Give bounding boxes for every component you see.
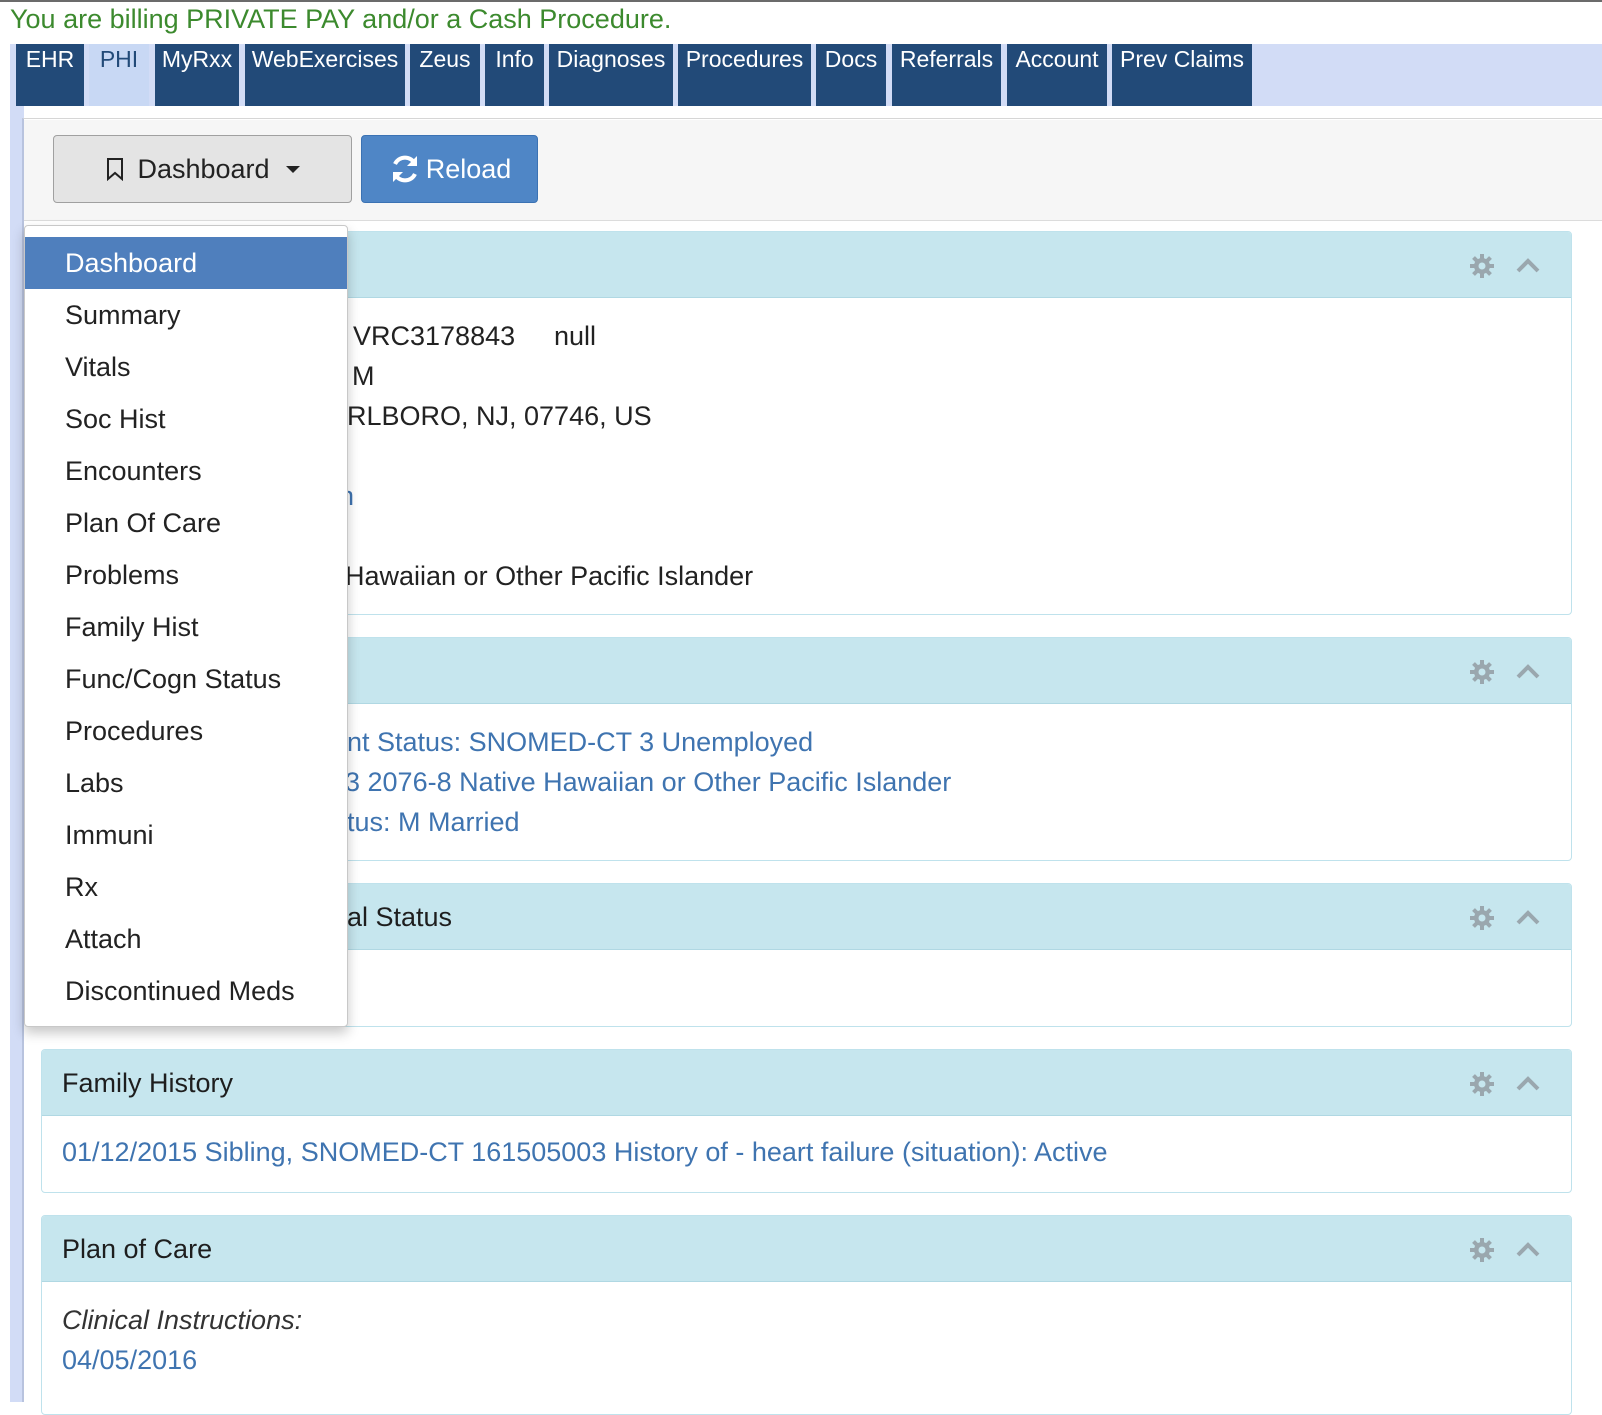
chevron-up-icon[interactable] <box>1515 255 1541 275</box>
plan-of-care-panel: Plan of Care Clinical Instructions: 04/0… <box>41 1215 1572 1415</box>
menu-item-immuni[interactable]: Immuni <box>25 809 347 861</box>
tab-diagnoses[interactable]: Diagnoses <box>549 44 673 106</box>
menu-item-vitals[interactable]: Vitals <box>25 341 347 393</box>
panel-title: Family History <box>62 1068 234 1098</box>
tab-docs[interactable]: Docs <box>816 44 886 106</box>
panel-header: Plan of Care <box>42 1216 1571 1282</box>
refresh-icon <box>392 155 417 183</box>
menu-item-encounters[interactable]: Encounters <box>25 445 347 497</box>
gear-icon[interactable] <box>1469 1237 1495 1263</box>
tab-info[interactable]: Info <box>485 44 544 106</box>
address-line: RLBORO, NJ, 07746, US <box>347 401 652 431</box>
menu-item-plan-of-care[interactable]: Plan Of Care <box>25 497 347 549</box>
plan-of-care-date-link[interactable]: 04/05/2016 <box>62 1345 197 1376</box>
menu-item-summary[interactable]: Summary <box>25 289 347 341</box>
reload-button[interactable]: Reload <box>361 135 538 203</box>
menu-item-soc-hist[interactable]: Soc Hist <box>25 393 347 445</box>
menu-item-func-cogn-status[interactable]: Func/Cogn Status <box>25 653 347 705</box>
employment-status-link[interactable]: nt Status: SNOMED-CT 3 Unemployed <box>347 727 813 758</box>
tab-ehr[interactable]: EHR <box>16 44 84 106</box>
chevron-up-icon[interactable] <box>1515 661 1541 681</box>
tab-referrals[interactable]: Referrals <box>892 44 1001 106</box>
tab-webexercises[interactable]: WebExercises <box>245 44 405 106</box>
tab-prev-claims[interactable]: Prev Claims <box>1112 44 1252 106</box>
chevron-up-icon[interactable] <box>1515 1073 1541 1093</box>
menu-item-attach[interactable]: Attach <box>25 913 347 965</box>
marital-status-link[interactable]: tus: M Married <box>347 807 520 838</box>
dashboard-dropdown-button[interactable]: Dashboard <box>53 135 352 203</box>
dashboard-dropdown-menu: Dashboard Summary Vitals Soc Hist Encoun… <box>24 225 348 1027</box>
billing-notice: You are billing PRIVATE PAY and/or a Cas… <box>10 4 672 34</box>
tab-phi[interactable]: PHI <box>89 44 149 106</box>
tab-myrxx[interactable]: MyRxx <box>155 44 239 106</box>
race-line: Hawaiian or Other Pacific Islander <box>345 561 754 591</box>
chevron-up-icon[interactable] <box>1515 907 1541 927</box>
gear-icon[interactable] <box>1469 905 1495 931</box>
menu-item-procedures[interactable]: Procedures <box>25 705 347 757</box>
patient-id: VRC3178843 <box>353 321 516 351</box>
menu-item-discontinued-meds[interactable]: Discontinued Meds <box>25 965 347 1017</box>
panel-title: al Status <box>347 902 453 932</box>
panel-title: Plan of Care <box>62 1234 213 1264</box>
bookmark-icon <box>107 158 124 181</box>
null-value: null <box>554 321 597 351</box>
menu-item-rx[interactable]: Rx <box>25 861 347 913</box>
gear-icon[interactable] <box>1469 1071 1495 1097</box>
menu-item-dashboard[interactable]: Dashboard <box>25 237 347 289</box>
menu-item-problems[interactable]: Problems <box>25 549 347 601</box>
menu-item-labs[interactable]: Labs <box>25 757 347 809</box>
tab-procedures[interactable]: Procedures <box>678 44 811 106</box>
dashboard-button-label: Dashboard <box>137 153 270 184</box>
chevron-up-icon[interactable] <box>1515 1239 1541 1259</box>
tab-zeus[interactable]: Zeus <box>410 44 480 106</box>
race-link[interactable]: 3 2076-8 Native Hawaiian or Other Pacifi… <box>345 767 951 798</box>
reload-button-label: Reload <box>425 153 512 184</box>
gear-icon[interactable] <box>1469 659 1495 685</box>
clinical-instructions-label: Clinical Instructions: <box>62 1305 303 1335</box>
menu-item-family-hist[interactable]: Family Hist <box>25 601 347 653</box>
gear-icon[interactable] <box>1469 253 1495 279</box>
family-history-entry-link[interactable]: 01/12/2015 Sibling, SNOMED-CT 161505003 … <box>62 1137 1108 1168</box>
panel-header: Family History <box>42 1050 1571 1116</box>
family-history-panel: Family History 01/12/2015 Sibling, SNOME… <box>41 1049 1572 1193</box>
top-rule <box>0 0 1602 2</box>
chevron-down-icon <box>285 165 300 173</box>
tab-account[interactable]: Account <box>1007 44 1107 106</box>
